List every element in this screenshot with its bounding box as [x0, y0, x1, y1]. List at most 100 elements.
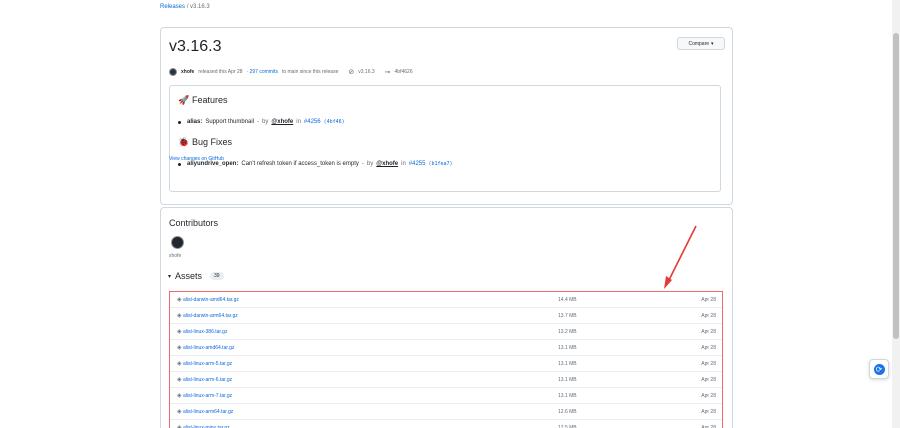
- chevron-down-icon: ▾: [711, 40, 714, 47]
- asset-name-link[interactable]: alist-linux-arm64.tar.gz: [183, 409, 233, 415]
- asset-size: 13.1 MB: [558, 361, 577, 367]
- table-row[interactable]: ◈ alist-linux-arm-6.tar.gz 13.1 MB Apr 28: [170, 372, 722, 388]
- bugfix-heading-text: Bug Fixes: [192, 137, 233, 147]
- asset-name-link[interactable]: alist-linux-386.tar.gz: [183, 329, 227, 335]
- release-title: v3.16.3: [169, 38, 222, 55]
- assets-list: ◈ alist-darwin-amd64.tar.gz 14.4 MB Apr 28 ◈…: [169, 291, 723, 428]
- contributor-name[interactable]: xhofe: [169, 253, 181, 259]
- bug-icon: 🐞: [178, 137, 190, 147]
- table-row[interactable]: ◈ alist-linux-386.tar.gz 13.2 MB Apr 28: [170, 324, 722, 340]
- breadcrumb-separator: /: [186, 4, 189, 10]
- asset-date: Apr 28: [701, 361, 716, 367]
- breadcrumb: Releases / v3.16.3: [160, 4, 210, 10]
- package-icon: ◈: [177, 313, 182, 319]
- commit-icon: ⊸: [384, 69, 391, 76]
- assets-count-badge: 39: [210, 272, 224, 280]
- feature-pr-link[interactable]: #4256: [304, 119, 321, 125]
- author-name[interactable]: xhofe: [181, 69, 194, 75]
- release-card: v3.16.3 Compare ▾ xhofe released this Ap…: [160, 27, 733, 205]
- release-notes: 🚀 Features alias: Support thumbnail - by…: [169, 85, 721, 192]
- asset-size: 14.4 MB: [558, 297, 577, 303]
- package-icon: ◈: [177, 409, 182, 415]
- bugfix-heading: 🐞 Bug Fixes: [178, 137, 232, 147]
- breadcrumb-releases-link[interactable]: Releases: [160, 4, 185, 10]
- bugfix-sha-link[interactable]: (b1fea7): [428, 161, 452, 167]
- asset-size: 13.2 MB: [558, 329, 577, 335]
- commits-suffix: to main since this release: [281, 69, 339, 75]
- feature-user-link[interactable]: @xhofe: [271, 119, 293, 125]
- package-icon: ◈: [177, 377, 182, 383]
- bugfix-text: Can't refresh token if access_token is e…: [241, 161, 359, 167]
- asset-size: 13.7 MB: [558, 313, 577, 319]
- bugfix-pr-link[interactable]: #4255: [409, 161, 426, 167]
- commits-link[interactable]: · 297 commits: [247, 69, 278, 75]
- table-row[interactable]: ◈ alist-linux-arm-5.tar.gz 13.1 MB Apr 28: [170, 356, 722, 372]
- scrollbar-thumb[interactable]: [893, 33, 899, 339]
- bullet-icon: [178, 120, 181, 124]
- compare-button[interactable]: Compare ▾: [677, 37, 725, 50]
- table-row[interactable]: ◈ alist-linux-mips.tar.gz 12.5 MB Apr 28: [170, 420, 722, 428]
- author-avatar[interactable]: [169, 68, 177, 76]
- release-meta: xhofe released this Apr 28 · 297 commits…: [169, 68, 413, 76]
- feature-sha-link[interactable]: (4bf46): [324, 119, 345, 125]
- features-heading-text: Features: [192, 95, 228, 105]
- released-text: released this Apr 28: [198, 69, 243, 75]
- assets-title: Assets: [175, 271, 203, 281]
- package-icon: ◈: [177, 345, 182, 351]
- asset-size: 12.6 MB: [558, 409, 577, 415]
- list-item: alias: Support thumbnail - by @xhofe in …: [178, 119, 345, 125]
- asset-name-link[interactable]: alist-darwin-amd64.tar.gz: [183, 297, 239, 303]
- asset-date: Apr 28: [701, 329, 716, 335]
- tag-icon: ⊘: [348, 69, 355, 76]
- feature-by: by: [262, 119, 269, 125]
- breadcrumb-current: v3.16.3: [190, 4, 210, 10]
- caret-down-icon: ▾: [168, 273, 172, 280]
- package-icon: ◈: [177, 361, 182, 367]
- bugfix-by: by: [366, 161, 374, 167]
- asset-name-link[interactable]: alist-linux-arm-6.tar.gz: [183, 377, 232, 383]
- assets-toggle[interactable]: ▾ Assets 39: [168, 271, 224, 281]
- asset-name-link[interactable]: alist-linux-amd64.tar.gz: [183, 345, 234, 351]
- asset-date: Apr 28: [701, 377, 716, 383]
- package-icon: ◈: [177, 329, 182, 335]
- table-row[interactable]: ◈ alist-darwin-arm64.tar.gz 13.7 MB Apr 28: [170, 308, 722, 324]
- release-page: Releases / v3.16.3 v3.16.3 Compare ▾ xho…: [0, 0, 900, 428]
- features-heading: 🚀 Features: [178, 95, 228, 105]
- asset-name-link[interactable]: alist-linux-arm-7.tar.gz: [183, 393, 232, 399]
- feature-scope: alias:: [187, 119, 203, 125]
- asset-date: Apr 28: [701, 313, 716, 319]
- bugfix-sep: -: [361, 161, 364, 167]
- release-commit-sha[interactable]: 4bf4626: [395, 69, 413, 75]
- floating-assistant-button[interactable]: ⟳: [869, 359, 889, 379]
- bugfix-user-link[interactable]: @xhofe: [376, 161, 398, 167]
- asset-date: Apr 28: [701, 297, 716, 303]
- table-row[interactable]: ◈ alist-darwin-amd64.tar.gz 14.4 MB Apr 28: [170, 292, 722, 308]
- contributors-title: Contributors: [169, 218, 219, 228]
- feature-text: Support thumbnail: [205, 119, 255, 125]
- package-icon: ◈: [177, 393, 182, 399]
- bullet-icon: [178, 162, 181, 166]
- package-icon: ◈: [177, 425, 182, 428]
- contributors-assets-card: Contributors xhofe ▾ Assets 39 ◈ alist-da…: [160, 207, 733, 428]
- table-row[interactable]: ◈ alist-linux-arm64.tar.gz 12.6 MB Apr 28: [170, 404, 722, 420]
- asset-date: Apr 28: [701, 393, 716, 399]
- bugfix-in: in: [401, 161, 406, 167]
- table-row[interactable]: ◈ alist-linux-arm-7.tar.gz 13.1 MB Apr 28: [170, 388, 722, 404]
- rocket-icon: 🚀: [178, 95, 190, 105]
- table-row[interactable]: ◈ alist-linux-amd64.tar.gz 13.1 MB Apr 28: [170, 340, 722, 356]
- view-changes-link[interactable]: View changes on GitHub: [169, 156, 224, 162]
- asset-date: Apr 28: [701, 409, 716, 415]
- asset-date: Apr 28: [701, 345, 716, 351]
- asset-size: 13.1 MB: [558, 393, 577, 399]
- feature-sep: -: [257, 119, 260, 125]
- avatar[interactable]: [171, 236, 184, 249]
- asset-name-link[interactable]: alist-darwin-arm64.tar.gz: [183, 313, 238, 319]
- asset-size: 13.1 MB: [558, 345, 577, 351]
- asset-name-link[interactable]: alist-linux-arm-5.tar.gz: [183, 361, 232, 367]
- release-tag[interactable]: v3.16.3: [358, 69, 374, 75]
- feature-in: in: [296, 119, 301, 125]
- package-icon: ◈: [177, 297, 182, 303]
- scrollbar[interactable]: [892, 0, 900, 428]
- compare-label: Compare: [688, 40, 710, 47]
- asset-size: 13.1 MB: [558, 377, 577, 383]
